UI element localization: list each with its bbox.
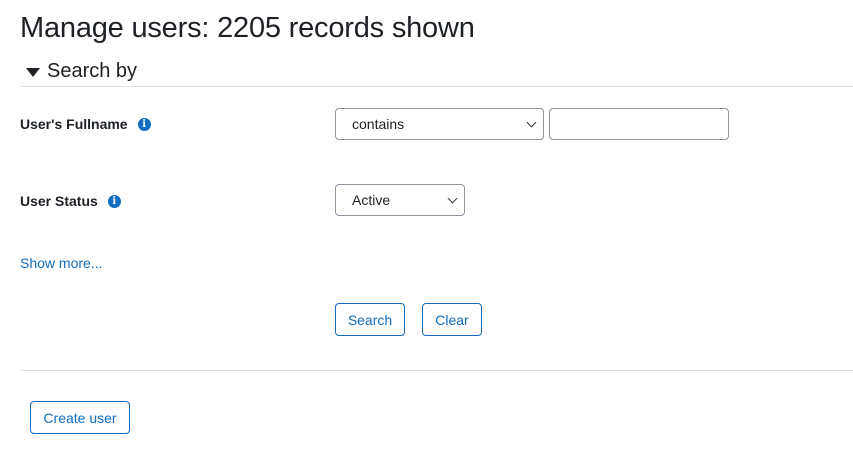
fullname-operator-value: contains	[352, 116, 405, 132]
fullname-search-input[interactable]	[549, 108, 729, 140]
page-title: Manage users: 2205 records shown	[20, 12, 475, 44]
footer-divider	[20, 370, 853, 371]
fullname-label: User's Fullname	[20, 116, 128, 132]
chevron-down-icon	[447, 193, 458, 203]
section-title: Search by	[47, 60, 138, 82]
manage-users-page: Manage users: 2205 records shown Search …	[0, 0, 853, 460]
fullname-operator-select[interactable]: contains	[335, 108, 544, 140]
search-by-toggle[interactable]: Search by	[26, 60, 137, 83]
info-icon[interactable]: i	[107, 194, 121, 208]
fullname-label-row: User's Fullname i	[20, 116, 151, 132]
status-label: User Status	[20, 193, 98, 209]
info-icon[interactable]: i	[137, 117, 151, 131]
create-user-button[interactable]: Create user	[30, 401, 130, 434]
user-status-select[interactable]: Active	[335, 184, 465, 216]
caret-down-icon	[26, 68, 40, 77]
section-divider	[20, 86, 853, 87]
status-label-row: User Status i	[20, 193, 121, 209]
show-more-link[interactable]: Show more...	[20, 255, 102, 271]
clear-button[interactable]: Clear	[422, 303, 482, 336]
search-button[interactable]: Search	[335, 303, 405, 336]
chevron-down-icon	[526, 117, 537, 127]
user-status-value: Active	[352, 192, 391, 208]
